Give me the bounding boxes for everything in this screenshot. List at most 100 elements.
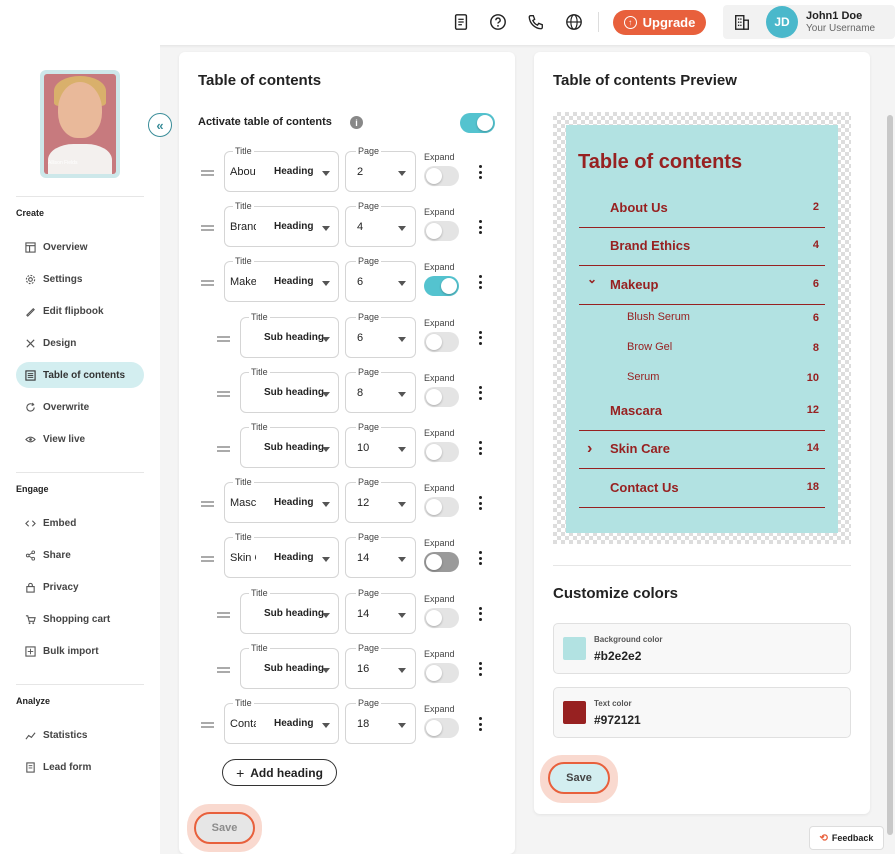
page-select[interactable]: Page 2	[345, 146, 416, 192]
more-options-icon[interactable]	[478, 385, 482, 400]
drag-handle-icon[interactable]	[201, 556, 214, 563]
title-field[interactable]: Title Contact Us Heading	[224, 698, 339, 744]
expand-toggle[interactable]	[424, 607, 459, 628]
globe-icon[interactable]	[564, 12, 584, 32]
expand-toggle[interactable]	[424, 718, 459, 738]
phone-icon[interactable]	[526, 12, 546, 32]
drag-handle-icon[interactable]	[201, 722, 214, 728]
add-heading-button[interactable]: + Add heading	[222, 759, 337, 786]
upgrade-button[interactable]: ↑ Upgrade	[613, 10, 706, 35]
expand-toggle[interactable]	[424, 276, 459, 297]
chevron-down-icon	[322, 171, 330, 176]
preview-item-label: Mascara	[610, 403, 663, 418]
type-select[interactable]: Sub heading	[264, 387, 324, 398]
drag-handle-icon[interactable]	[201, 280, 214, 287]
avatar[interactable]: JD	[766, 6, 798, 38]
help-icon[interactable]	[488, 12, 508, 32]
expand-toggle[interactable]	[424, 221, 459, 242]
more-options-icon[interactable]	[478, 496, 482, 511]
expand-toggle[interactable]	[424, 386, 459, 407]
drag-handle-icon[interactable]	[217, 611, 230, 618]
title-field[interactable]: Title Brand Ethics Heading	[224, 201, 339, 248]
text-color-field[interactable]: Text color #972121	[553, 687, 851, 738]
type-select[interactable]: Heading	[274, 166, 313, 177]
more-options-icon[interactable]	[478, 717, 482, 731]
drag-handle-icon[interactable]	[217, 335, 230, 342]
type-select[interactable]: Sub heading	[264, 442, 324, 453]
more-options-icon[interactable]	[478, 606, 482, 621]
document-icon[interactable]	[451, 12, 471, 32]
arrow-up-icon: ↑	[623, 16, 637, 29]
title-input[interactable]: About Us	[230, 166, 256, 178]
background-color-field[interactable]: Background color #b2e2e2	[553, 623, 851, 674]
expand-toggle[interactable]	[424, 662, 459, 683]
type-select[interactable]: Heading	[274, 276, 313, 287]
page-select[interactable]: Page 12	[345, 477, 416, 524]
building-icon[interactable]	[732, 12, 752, 32]
title-input[interactable]: Brand Ethics	[230, 221, 256, 233]
more-options-icon[interactable]	[478, 220, 482, 235]
type-select[interactable]: Heading	[274, 718, 313, 729]
page-select[interactable]: Page 4	[345, 201, 416, 248]
expand-toggle[interactable]	[424, 497, 459, 518]
title-input[interactable]: Mascara	[230, 497, 256, 509]
page-select[interactable]: Page 10	[345, 422, 416, 468]
background-color-swatch[interactable]	[563, 637, 586, 660]
colors-save-button[interactable]: Save	[548, 762, 610, 794]
title-field[interactable]: Title Makeup Heading	[224, 256, 339, 303]
collapse-sidebar-button[interactable]: «	[148, 113, 172, 137]
more-options-icon[interactable]	[478, 165, 482, 179]
more-options-icon[interactable]	[478, 275, 482, 290]
expand-toggle[interactable]	[424, 166, 459, 186]
sidebar-item-lead-form[interactable]: Lead form	[16, 754, 144, 780]
title-field[interactable]: Title Sub heading	[240, 311, 339, 358]
drag-handle-icon[interactable]	[201, 225, 214, 232]
page-select[interactable]: Page 6	[345, 311, 416, 358]
more-options-icon[interactable]	[478, 441, 482, 455]
chevron-right-icon[interactable]: ›	[587, 440, 592, 458]
text-color-swatch[interactable]	[563, 701, 586, 724]
more-options-icon[interactable]	[478, 551, 482, 566]
type-select[interactable]: Heading	[274, 497, 313, 508]
page-select[interactable]: Page 18	[345, 698, 416, 744]
scrollbar[interactable]	[887, 115, 893, 835]
type-select[interactable]: Heading	[274, 221, 313, 232]
type-select[interactable]: Sub heading	[264, 608, 324, 619]
title-input[interactable]: Makeup	[230, 276, 256, 288]
drag-handle-icon[interactable]	[217, 666, 230, 673]
feedback-button[interactable]: ⟲ Feedback	[809, 826, 884, 850]
page-field-label: Page	[356, 311, 382, 322]
type-select[interactable]: Heading	[274, 552, 313, 563]
title-input[interactable]: Contact Us	[230, 718, 256, 730]
toc-save-button[interactable]: Save	[194, 812, 255, 844]
page-select[interactable]: Page 14	[345, 587, 416, 634]
expand-toggle[interactable]	[424, 442, 459, 462]
title-field[interactable]: Title Sub heading	[240, 366, 339, 413]
drag-handle-icon[interactable]	[201, 501, 214, 508]
info-icon[interactable]: i	[350, 116, 363, 129]
page-select[interactable]: Page 6	[345, 256, 416, 303]
title-input[interactable]: Skin Care	[230, 552, 256, 564]
title-field[interactable]: Title Mascara Heading	[224, 477, 339, 524]
title-field[interactable]: Title Sub heading	[240, 422, 339, 468]
type-select[interactable]: Sub heading	[264, 332, 324, 343]
more-options-icon[interactable]	[478, 661, 482, 676]
title-field[interactable]: Title About Us Heading	[224, 146, 339, 192]
drag-handle-icon[interactable]	[217, 446, 230, 452]
activate-toc-toggle[interactable]	[460, 113, 495, 133]
page-select[interactable]: Page 14	[345, 532, 416, 579]
expand-toggle[interactable]	[424, 331, 459, 352]
page-select[interactable]: Page 8	[345, 366, 416, 413]
expand-toggle[interactable]	[424, 552, 459, 573]
expand-label: Expand	[424, 317, 455, 328]
type-select[interactable]: Sub heading	[264, 663, 324, 674]
title-field[interactable]: Title Sub heading	[240, 587, 339, 634]
drag-handle-icon[interactable]	[201, 170, 214, 176]
drag-handle-icon[interactable]	[217, 390, 230, 397]
preview-divider	[579, 430, 825, 431]
more-options-icon[interactable]	[478, 330, 482, 345]
title-field[interactable]: Title Sub heading	[240, 642, 339, 689]
page-select[interactable]: Page 16	[345, 642, 416, 689]
chevron-down-icon[interactable]: ⌄	[587, 272, 597, 286]
title-field[interactable]: Title Skin Care Heading	[224, 532, 339, 579]
